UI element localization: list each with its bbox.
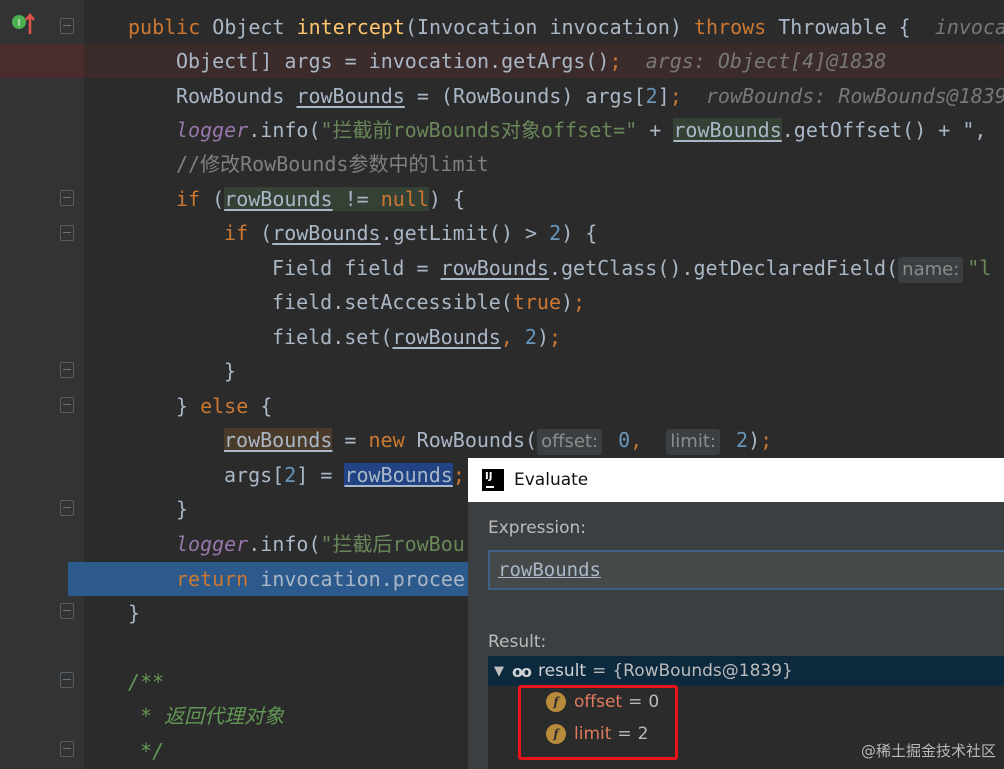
code-line-doc-text[interactable]: * 返回代理对象 <box>128 699 284 733</box>
code-line-else[interactable]: } else { <box>176 389 272 423</box>
watermark: @稀土掘金技术社区 <box>860 742 996 760</box>
code-line-if-limit[interactable]: if (rowBounds.getLimit() > 2) { <box>224 216 597 250</box>
code-line-field-set[interactable]: field.set(rowBounds, 2); <box>272 320 561 354</box>
result-label: Result: <box>488 632 547 652</box>
code-line-logger-after[interactable]: logger.info("拦截后rowBou <box>176 527 465 561</box>
fold-toggle-icon[interactable] <box>60 190 74 206</box>
code-line-logger-before[interactable]: logger.info("拦截前rowBounds对象offset=" + ro… <box>176 113 986 147</box>
fold-toggle-icon[interactable] <box>60 18 74 34</box>
editor-gutter[interactable]: I <box>0 0 84 769</box>
intellij-app-icon: IJ <box>482 469 504 491</box>
fold-toggle-icon[interactable] <box>60 672 74 688</box>
code-line-method-signature[interactable]: public Object intercept(Invocation invoc… <box>128 10 1004 44</box>
code-line-doc-end[interactable]: */ <box>128 734 164 768</box>
expression-input[interactable]: rowBounds <box>488 550 1004 590</box>
fold-toggle-icon[interactable] <box>60 603 74 619</box>
svg-text:I: I <box>18 18 21 29</box>
result-tree-root[interactable]: ▼ oo result = {RowBounds@1839} <box>488 656 1004 686</box>
code-line-comment[interactable]: //修改RowBounds参数中的limit <box>176 147 489 181</box>
code-line-assign-args[interactable]: args[2] = rowBounds; <box>224 458 465 492</box>
code-line-return[interactable]: return invocation.procee <box>176 562 465 596</box>
fold-toggle-icon[interactable] <box>60 397 74 413</box>
implements-method-icon[interactable]: I <box>10 10 38 38</box>
code-line-set-accessible[interactable]: field.setAccessible(true); <box>272 285 585 319</box>
code-line-new-rowbounds[interactable]: rowBounds = new RowBounds(offset: 0, lim… <box>224 423 772 457</box>
code-line-cast-rowbounds[interactable]: RowBounds rowBounds = (RowBounds) args[2… <box>176 79 1004 113</box>
code-line-method-close[interactable]: } <box>128 596 140 630</box>
expression-label: Expression: <box>488 518 587 538</box>
dialog-title: Evaluate <box>514 470 589 490</box>
fold-toggle-icon[interactable] <box>60 741 74 757</box>
fold-toggle-icon[interactable] <box>60 500 74 516</box>
fold-toggle-icon[interactable] <box>60 362 74 378</box>
annotation-highlight-box <box>518 685 678 760</box>
dialog-title-bar[interactable]: IJ Evaluate <box>468 458 1004 502</box>
code-line-close-brace[interactable]: } <box>176 492 188 526</box>
code-line-get-args[interactable]: Object[] args = invocation.getArgs(); ar… <box>176 44 886 78</box>
expand-chevron-icon[interactable]: ▼ <box>494 664 504 679</box>
code-line-close-brace[interactable]: } <box>224 354 236 388</box>
code-line-if-not-null[interactable]: if (rowBounds != null) { <box>176 182 465 216</box>
code-line-get-field[interactable]: Field field = rowBounds.getClass().getDe… <box>272 251 991 285</box>
code-line-doc-start[interactable]: /** <box>128 665 164 699</box>
watch-result-icon: oo <box>512 661 532 681</box>
fold-toggle-icon[interactable] <box>60 225 74 241</box>
breakpoint-line-gutter <box>0 44 84 78</box>
